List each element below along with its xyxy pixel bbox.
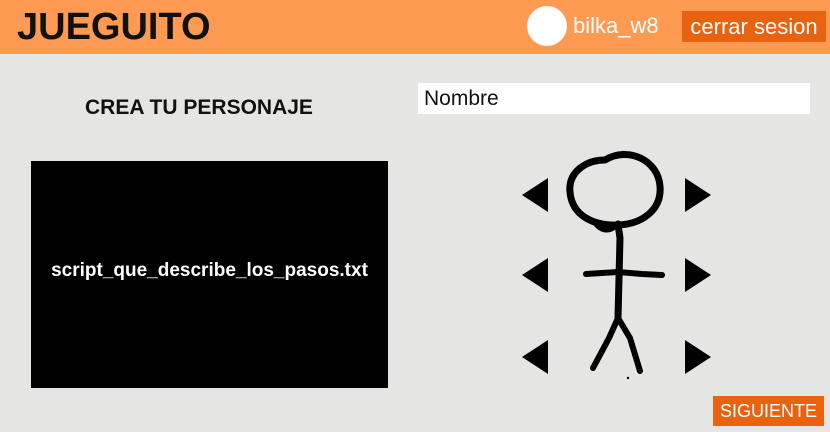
arrow-right-icon[interactable] xyxy=(685,178,711,212)
logout-button[interactable]: cerrar sesion xyxy=(682,11,826,42)
stick-figure-icon xyxy=(566,151,665,380)
next-button[interactable]: SIGUIENTE xyxy=(713,396,824,426)
arrow-right-icon[interactable] xyxy=(685,258,711,292)
header-bar: JUEGUITO bilka_w8 cerrar sesion xyxy=(0,0,830,54)
arrow-left-icon[interactable] xyxy=(522,178,548,212)
name-input[interactable] xyxy=(418,83,810,114)
app-title: JUEGUITO xyxy=(17,6,211,48)
script-filename: script_que_describe_los_pasos.txt xyxy=(51,260,368,281)
username[interactable]: bilka_w8 xyxy=(573,12,659,40)
page-title: CREA TU PERSONAJE xyxy=(85,96,313,119)
arrow-right-icon[interactable] xyxy=(685,340,711,374)
avatar[interactable] xyxy=(527,6,567,46)
script-panel: script_que_describe_los_pasos.txt xyxy=(31,161,388,388)
arrow-left-icon[interactable] xyxy=(522,258,548,292)
arrow-left-icon[interactable] xyxy=(522,340,548,374)
